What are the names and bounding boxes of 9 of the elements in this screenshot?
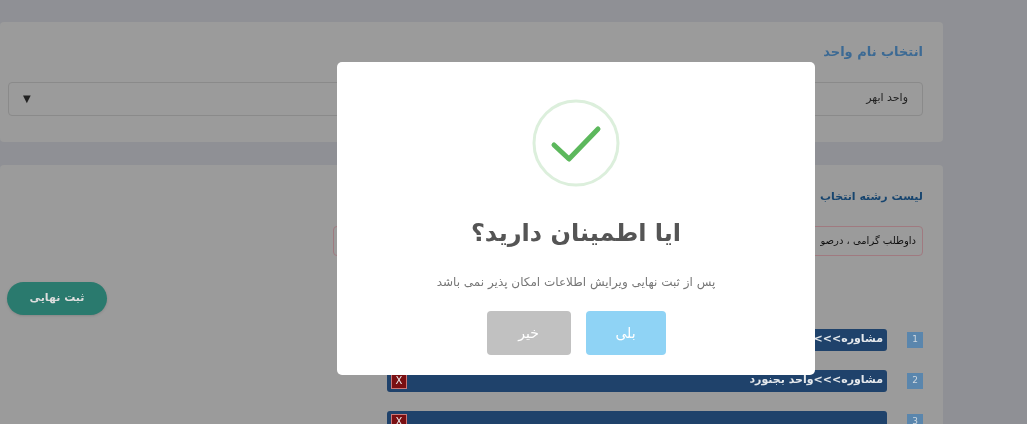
dialog-message: پس از ثبت نهایی ویرایش اطلاعات امکان پذیر نمی باشد xyxy=(436,274,716,291)
submit-button[interactable]: ثبت نهایی xyxy=(7,281,107,315)
row-number: 2 xyxy=(907,372,923,389)
check-icon xyxy=(532,99,620,187)
panel-title: لیست رشته انتخاب xyxy=(820,189,923,205)
panel-title: انتخاب نام واحد xyxy=(823,43,923,62)
row-number: 3 xyxy=(907,413,923,424)
row-number: 1 xyxy=(907,331,923,348)
dropdown-arrow: ▼ xyxy=(23,92,31,106)
